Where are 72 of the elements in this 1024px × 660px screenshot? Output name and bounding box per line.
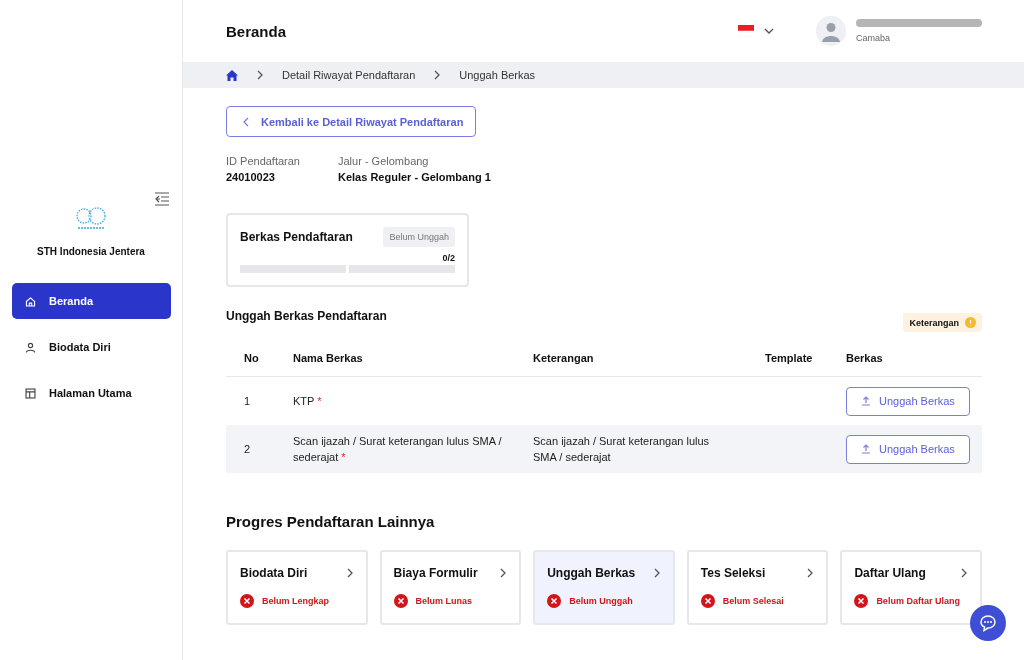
- error-icon: [393, 594, 408, 608]
- error-icon: [240, 594, 254, 608]
- file-count: 0/2: [441, 253, 455, 263]
- progress-card[interactable]: Biaya Formulir Belum Lunas: [379, 550, 522, 625]
- user-icon: [24, 340, 37, 354]
- step-title: Unggah Berkas: [547, 566, 636, 580]
- status-badge: Belum Unggah: [383, 227, 455, 247]
- sidebar-item[interactable]: Beranda: [12, 283, 171, 319]
- upload-icon: [861, 444, 871, 454]
- column-header: Berkas: [846, 352, 883, 364]
- sidebar-item[interactable]: Halaman Utama: [12, 375, 171, 411]
- logo-icon: [74, 206, 108, 232]
- error-icon: [547, 594, 562, 608]
- chevron-right-icon: [433, 70, 442, 80]
- home-icon: [24, 294, 37, 308]
- flag-icon: [738, 25, 754, 37]
- step-status: Belum Daftar Ulang: [876, 596, 960, 606]
- chevron-right-icon: [499, 568, 508, 578]
- breadcrumb-item: Unggah Berkas: [459, 69, 536, 81]
- chevron-right-icon: [652, 568, 661, 578]
- progress-card[interactable]: Unggah Berkas Belum Unggah: [533, 550, 675, 625]
- table-cell-text: Scan ijazah / Surat keterangan lulus SMA / sederajat: [533, 433, 711, 465]
- upload-icon: [861, 396, 871, 406]
- column-header: No: [244, 352, 259, 364]
- info-icon: [965, 317, 976, 328]
- chat-button[interactable]: [970, 605, 1006, 641]
- chevron-left-icon: [243, 116, 249, 127]
- file-name: Scan ijazah / Surat keterangan lulus SMA / sederajat *: [293, 434, 502, 463]
- chevron-down-icon: [764, 28, 774, 34]
- upload-button[interactable]: Unggah Berkas: [846, 434, 970, 464]
- layout-icon: [24, 386, 37, 400]
- legend-badge[interactable]: Keterangan: [903, 313, 982, 332]
- info-value: Kelas Reguler - Gelombang 1: [338, 171, 491, 183]
- chevron-right-icon: [345, 568, 354, 578]
- step-status: Belum Selesai: [722, 596, 784, 606]
- step-status: Belum Lengkap: [262, 596, 329, 606]
- info-value: 24010023: [226, 171, 276, 183]
- info-label: Jalur - Gelombang: [338, 155, 430, 167]
- step-title: Biaya Formulir: [393, 566, 478, 580]
- section-title: Unggah Berkas Pendaftaran: [226, 309, 387, 323]
- chevron-right-icon: [256, 70, 264, 80]
- home-icon[interactable]: [226, 69, 238, 81]
- table-cell: 1: [244, 394, 251, 407]
- sidebar-item[interactable]: Biodata Diri: [12, 329, 171, 365]
- section-title: Progres Pendaftaran Lainnya: [226, 513, 436, 530]
- column-header: Keterangan: [533, 352, 594, 364]
- back-button[interactable]: Kembali ke Detail Riwayat Pendaftaran: [226, 106, 477, 137]
- progress-card[interactable]: Tes Seleksi Belum Selesai: [686, 550, 829, 625]
- collapse-menu-icon[interactable]: [154, 192, 170, 206]
- step-status: Belum Lunas: [415, 596, 473, 606]
- progress-card[interactable]: Daftar Ulang Belum Daftar Ulang: [840, 550, 982, 625]
- column-header: Nama Berkas: [293, 352, 363, 364]
- chat-icon: [979, 614, 997, 632]
- table-cell: 2: [244, 442, 251, 455]
- chevron-right-icon: [959, 568, 968, 578]
- upload-button[interactable]: Unggah Berkas: [846, 386, 970, 416]
- error-icon: [854, 594, 869, 608]
- info-label: ID Pendaftaran: [226, 155, 300, 167]
- step-title: Biodata Diri: [240, 566, 308, 580]
- step-title: Tes Seleksi: [700, 566, 766, 580]
- brand-name: STH Indonesia Jentera: [36, 246, 146, 257]
- column-header: Template: [765, 352, 813, 364]
- breadcrumb-item[interactable]: Detail Riwayat Pendaftaran: [282, 69, 416, 81]
- error-icon: [700, 594, 715, 608]
- step-title: Daftar Ulang: [854, 566, 926, 580]
- progress-card[interactable]: Biodata Diri Belum Lengkap: [226, 550, 368, 625]
- user-role: Camaba: [856, 33, 892, 43]
- step-status: Belum Unggah: [569, 596, 633, 606]
- card-title: Berkas Pendaftaran: [240, 230, 353, 244]
- file-name: KTP *: [293, 394, 322, 407]
- page-title: Beranda: [226, 22, 288, 40]
- chevron-right-icon: [806, 568, 815, 578]
